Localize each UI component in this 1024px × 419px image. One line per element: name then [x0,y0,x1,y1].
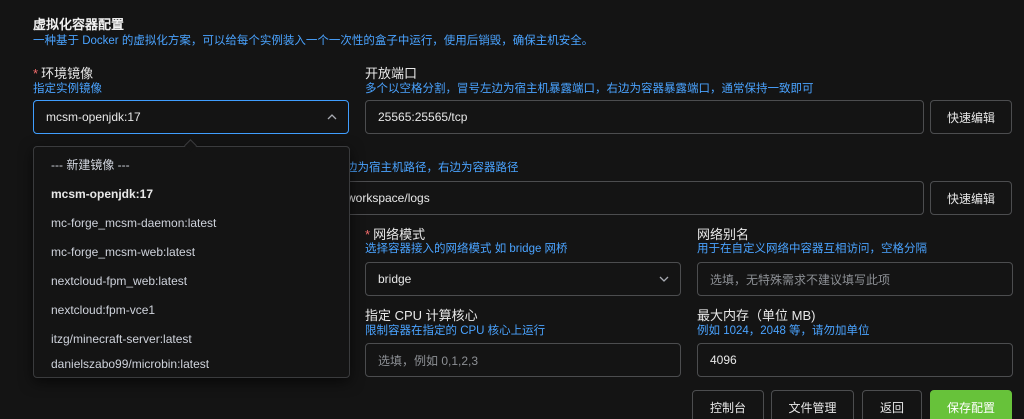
image-option[interactable]: mcsm-openjdk:17 [34,179,349,208]
required-mark: * [33,66,39,81]
image-option[interactable]: mc-forge_mcsm-daemon:latest [34,208,349,237]
network-mode-sublabel: 选择容器接入的网络模式 如 bridge 网桥 [365,243,568,255]
file-manager-button[interactable]: 文件管理 [771,390,854,419]
cpu-sublabel: 限制容器在指定的 CPU 核心上运行 [365,325,546,337]
volumes-input[interactable]: workspace/logs [330,181,924,215]
ports-quick-edit-button[interactable]: 快速编辑 [930,100,1012,134]
image-option[interactable]: nextcloud:fpm-vce1 [34,295,349,324]
save-config-button[interactable]: 保存配置 [930,390,1012,419]
image-option[interactable]: danielszabo99/microbin:latest [34,349,349,378]
chevron-up-icon [327,114,337,120]
volumes-sublabel: 边为宿主机路径，右边为容器路径 [346,162,519,174]
memory-sublabel: 例如 1024，2048 等，请勿加单位 [697,325,870,337]
section-description: 一种基于 Docker 的虚拟化方案，可以给每个实例装入一个一次性的盒子中运行，… [33,35,594,47]
image-sublabel: 指定实例镜像 [33,83,102,95]
ports-input[interactable]: 25565:25565/tcp [365,100,924,134]
image-dropdown: --- 新建镜像 --- mcsm-openjdk:17 mc-forge_mc… [33,146,350,378]
section-title: 虚拟化容器配置 [33,17,125,32]
network-mode-select[interactable]: bridge [365,262,681,296]
image-label-text: 环境镜像 [41,66,94,81]
network-mode-value: bridge [378,272,412,286]
image-option[interactable]: nextcloud-fpm_web:latest [34,266,349,295]
network-alias-input[interactable]: 选填，无特殊需求不建议填写此项 [697,262,1013,296]
cpu-input[interactable]: 选填，例如 0,1,2,3 [365,343,681,377]
image-select-value: mcsm-openjdk:17 [46,110,141,124]
back-button[interactable]: 返回 [862,390,922,419]
image-option[interactable]: mc-forge_mcsm-web:latest [34,237,349,266]
image-option-new[interactable]: --- 新建镜像 --- [34,150,349,179]
volumes-quick-edit-button[interactable]: 快速编辑 [930,181,1012,215]
image-select[interactable]: mcsm-openjdk:17 [33,100,349,134]
network-alias-sublabel: 用于在自定义网络中容器互相访问，空格分隔 [697,243,927,255]
ports-sublabel: 多个以空格分割，冒号左边为宿主机暴露端口，右边为容器暴露端口，通常保持一致即可 [365,83,814,95]
chevron-down-icon [659,276,669,282]
memory-input[interactable]: 4096 [697,343,1013,377]
console-button[interactable]: 控制台 [692,390,764,419]
